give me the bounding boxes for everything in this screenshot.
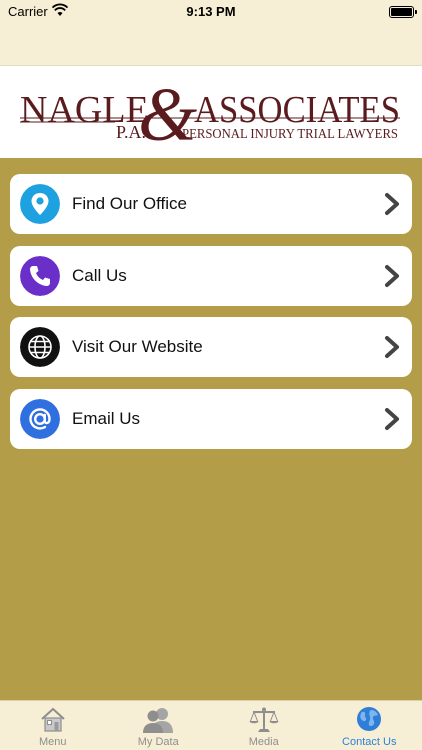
- tab-menu[interactable]: Menu: [0, 701, 106, 750]
- chevron-right-icon: [385, 336, 399, 358]
- house-icon: [41, 707, 65, 732]
- tab-my-data[interactable]: My Data: [106, 701, 212, 750]
- chevron-right-icon: [385, 407, 399, 430]
- status-bar: Carrier 9:13 PM: [0, 0, 422, 24]
- globe-icon: [20, 327, 60, 367]
- tab-contact-us[interactable]: Contact Us: [317, 701, 422, 750]
- tab-label: My Data: [137, 736, 179, 748]
- people-icon: [143, 708, 174, 733]
- battery-icon: [389, 6, 417, 18]
- menu-item-label: Find Our Office: [72, 194, 187, 213]
- svg-text:ASSOCIATES: ASSOCIATES: [194, 89, 400, 131]
- svg-text:PERSONAL INJURY TRIAL LAWYERS: PERSONAL INJURY TRIAL LAWYERS: [182, 127, 398, 142]
- location-pin-icon: [20, 184, 60, 224]
- tab-label: Menu: [38, 736, 67, 748]
- navigation-bar: [0, 24, 422, 66]
- visit-website-button[interactable]: Visit Our Website: [10, 317, 412, 377]
- world-icon: [357, 707, 382, 731]
- tab-bar: Menu My Data Media Contact Us: [0, 700, 422, 750]
- chevron-right-icon: [385, 193, 399, 215]
- chevron-right-icon: [385, 264, 399, 287]
- clock: 9:13 PM: [186, 4, 236, 19]
- header-banner: NAGLE & ASSOCIATES P.A. PERSONAL INJURY …: [0, 66, 422, 158]
- tab-label: Media: [248, 736, 279, 748]
- menu-item-label: Email Us: [72, 408, 141, 428]
- menu-item-label: Call Us: [72, 265, 127, 285]
- firm-logo: NAGLE & ASSOCIATES P.A. PERSONAL INJURY …: [20, 78, 400, 148]
- at-sign-icon: [20, 398, 60, 439]
- tab-label: Contact Us: [342, 736, 397, 748]
- menu-item-label: Visit Our Website: [72, 337, 203, 356]
- call-us-button[interactable]: Call Us: [10, 245, 412, 306]
- contact-menu: Find Our Office Call Us Visit Our Websit…: [10, 174, 412, 460]
- phone-icon: [20, 255, 60, 296]
- find-office-button[interactable]: Find Our Office: [10, 174, 412, 234]
- scales-icon: [249, 707, 279, 732]
- tab-media[interactable]: Media: [211, 701, 317, 750]
- email-us-button[interactable]: Email Us: [10, 388, 412, 449]
- svg-text:P.A.: P.A.: [116, 122, 146, 142]
